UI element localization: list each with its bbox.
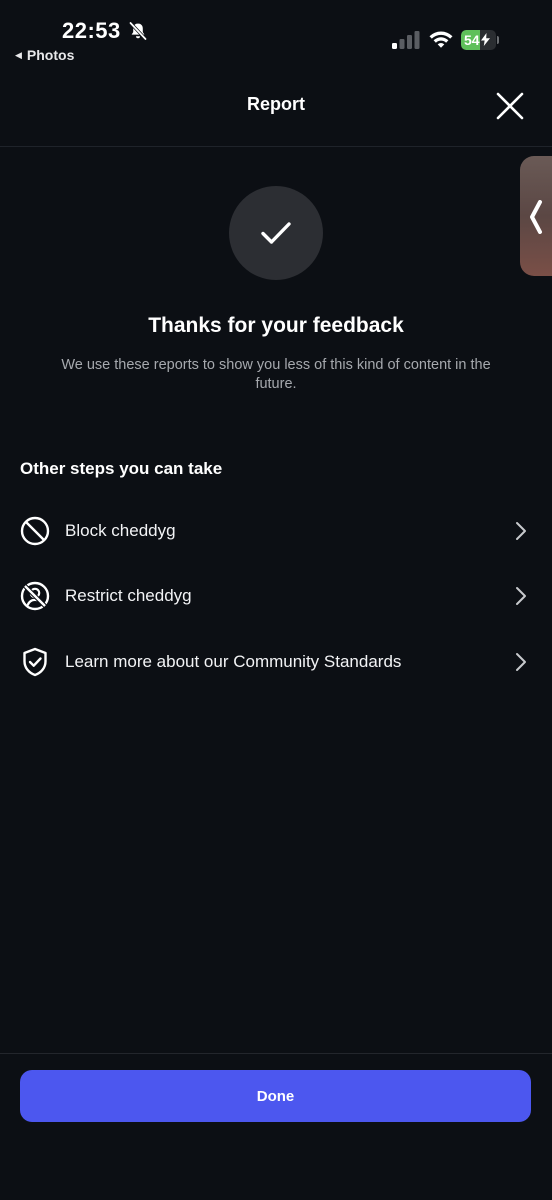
battery-percent: 54 [464, 32, 480, 48]
battery-cap [497, 36, 499, 44]
confirmation-title: Thanks for your feedback [148, 314, 404, 337]
block-user-label: Block cheddyg [65, 521, 176, 540]
block-icon [20, 516, 50, 546]
done-button[interactable]: Done [20, 1070, 531, 1122]
community-standards-item[interactable]: Learn more about our Community Standards [0, 634, 552, 690]
chevron-right-icon [516, 587, 526, 605]
cellular-signal-icon [392, 31, 420, 49]
shield-check-icon [23, 647, 47, 677]
page-title: Report [247, 94, 305, 114]
report-screen: 22:53 ◀ Photos 54 Report Thanks for your… [0, 0, 552, 1200]
restrict-user-label: Restrict cheddyg [65, 586, 192, 605]
back-app-label: Photos [26, 47, 75, 63]
wifi-icon [429, 31, 453, 48]
side-panel-handle[interactable] [520, 156, 552, 276]
block-user-item[interactable]: Block cheddyg [0, 503, 552, 559]
close-icon[interactable] [493, 89, 527, 123]
chevron-right-icon [516, 653, 526, 671]
footer-divider [0, 1053, 552, 1054]
status-time: 22:53 [62, 18, 121, 43]
battery-indicator: 54 [461, 30, 499, 50]
steps-heading: Other steps you can take [20, 459, 223, 478]
battery-body: 54 [461, 30, 496, 50]
charging-bolt-icon [480, 33, 490, 46]
back-to-app-link[interactable]: ◀ Photos [15, 47, 74, 63]
chevron-right-icon [516, 522, 526, 540]
confirmation-message: We use these reports to show you less of… [61, 357, 491, 392]
back-triangle-icon: ◀ [15, 49, 22, 60]
chevron-left-icon [530, 200, 542, 234]
header-divider [0, 146, 552, 147]
restrict-user-item[interactable]: Restrict cheddyg [0, 568, 552, 624]
bell-muted-icon [129, 21, 147, 41]
success-badge [229, 186, 323, 280]
checkmark-icon [261, 222, 291, 244]
restrict-icon [20, 581, 50, 611]
community-standards-label: Learn more about our Community Standards [65, 652, 402, 671]
